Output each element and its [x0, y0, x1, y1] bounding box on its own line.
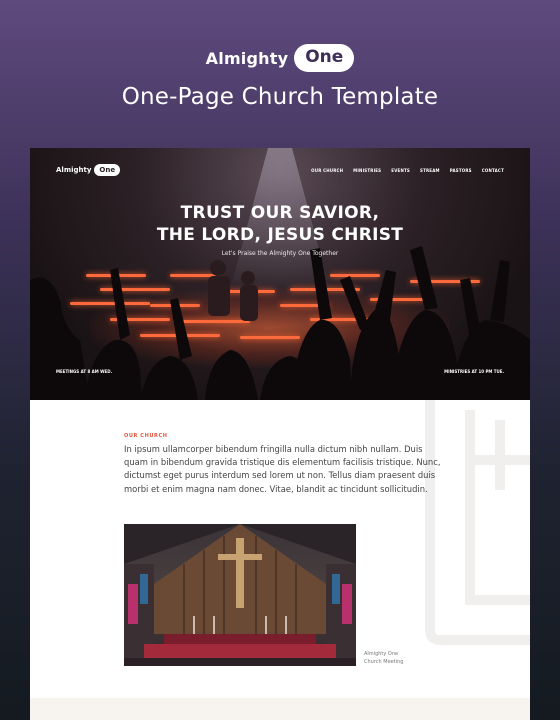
hero-ministry-note: MINISTRIES AT 10 PM TUE. — [444, 369, 504, 374]
template-title: One-Page Church Template — [121, 84, 439, 110]
next-section-strip — [30, 698, 530, 720]
section-body-text: In ipsum ullamcorper bibendum fringilla … — [124, 444, 441, 494]
section-label: OUR CHURCH — [124, 433, 168, 439]
brand-logo: Almighty One — [0, 44, 560, 72]
template-preview: Almighty One OUR CHURCH MINISTRIES EVENT… — [30, 148, 530, 720]
hero-subtitle: Let's Praise the Almighty One Together — [221, 250, 339, 257]
site-logo[interactable]: Almighty One — [56, 164, 121, 176]
our-church-section: OUR CHURCH In ipsum ullamcorper bibendum… — [30, 400, 530, 698]
hero-title: TRUST OUR SAVIOR, THE LORD, JESUS CHRIST — [30, 202, 530, 246]
hero-section: Almighty One OUR CHURCH MINISTRIES EVENT… — [30, 148, 530, 400]
site-nav: OUR CHURCH MINISTRIES EVENTS STREAM PAST… — [311, 168, 504, 173]
site-logo-word: Almighty — [56, 166, 92, 174]
nav-item-our-church[interactable]: OUR CHURCH — [311, 168, 343, 173]
nav-item-ministries[interactable]: MINISTRIES — [353, 168, 381, 173]
church-interior-photo — [124, 524, 356, 666]
photo-caption-line2: Church Meeting — [364, 659, 404, 665]
cross-outline-icon — [425, 400, 530, 645]
brand-word: Almighty — [205, 48, 289, 68]
nav-item-events[interactable]: EVENTS — [391, 168, 410, 173]
photo-caption: Almighty One Church Meeting — [364, 650, 403, 666]
brand-pill: One — [294, 44, 355, 72]
photo-caption-line1: Almighty One — [364, 651, 399, 657]
nav-item-contact[interactable]: CONTACT — [482, 168, 504, 173]
nav-item-pastors[interactable]: PASTORS — [450, 168, 472, 173]
nav-item-stream[interactable]: STREAM — [420, 168, 440, 173]
hero-meeting-note: MEETINGS AT 8 AM WED. — [56, 369, 113, 374]
site-logo-pill: One — [94, 164, 121, 176]
hero-title-line2: THE LORD, JESUS CHRIST — [156, 225, 404, 245]
hero-title-line1: TRUST OUR SAVIOR, — [180, 203, 380, 223]
